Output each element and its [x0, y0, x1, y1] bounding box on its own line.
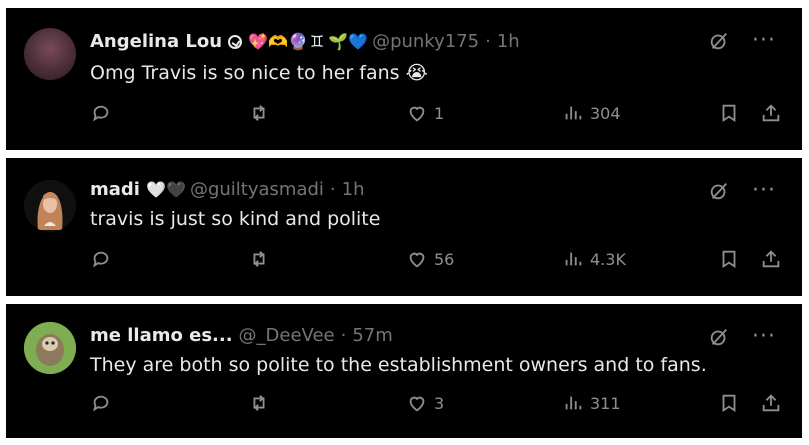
author-handle[interactable]: @punky175	[372, 30, 479, 54]
repost-icon	[253, 395, 265, 411]
emoji: 💙	[348, 32, 368, 51]
share-button[interactable]	[760, 248, 782, 270]
views-count: 4.3K	[590, 249, 626, 269]
like-count: 3	[434, 393, 445, 413]
author-handle[interactable]: @_DeeVee	[239, 324, 335, 348]
like-button[interactable]: 1	[406, 102, 444, 124]
like-icon	[409, 252, 425, 268]
share-icon	[762, 104, 780, 122]
views-icon	[565, 106, 582, 120]
share-button[interactable]	[760, 102, 782, 124]
bookmark-icon	[722, 104, 736, 123]
avatar[interactable]	[24, 322, 76, 374]
tweet-actions: 1 304	[90, 102, 782, 126]
author-name[interactable]: Angelina Lou	[90, 30, 222, 54]
reply-button[interactable]	[90, 248, 112, 270]
name-emojis: 💖 🫶 🔮 ♊ 🌱 💙	[248, 32, 368, 51]
avatar[interactable]	[24, 180, 76, 232]
emoji: 🫶	[268, 32, 288, 51]
author-name[interactable]: madi	[90, 178, 140, 202]
views-button[interactable]: 311	[562, 392, 621, 414]
circle-check-icon	[228, 35, 243, 49]
emoji: 🌱	[328, 32, 348, 51]
emoji: 💖	[248, 32, 268, 51]
bookmark-icon	[722, 394, 736, 413]
bookmark-button[interactable]	[718, 102, 740, 124]
views-icon	[565, 396, 582, 410]
views-button[interactable]: 304	[562, 102, 621, 124]
like-button[interactable]: 56	[406, 248, 454, 270]
more-icon[interactable]: ···	[752, 30, 776, 52]
more-icon[interactable]: ···	[752, 180, 776, 202]
emoji: 🖤	[165, 180, 186, 199]
like-count: 56	[434, 249, 455, 269]
reply-button[interactable]	[90, 102, 112, 124]
views-button[interactable]: 4.3K	[562, 248, 626, 270]
like-button[interactable]: 3	[406, 392, 444, 414]
timestamp[interactable]: 1h	[342, 178, 365, 202]
tweet-actions: 3 311	[90, 392, 782, 416]
author-name[interactable]: me llamo es...	[90, 324, 233, 348]
avatar-image	[24, 180, 76, 232]
reply-icon	[93, 395, 109, 412]
separator-dot: ·	[329, 179, 336, 200]
tweet-card[interactable]: madi 🤍 🖤 @guiltyasmadi · 1h ··· travis i…	[6, 158, 802, 296]
views-icon	[565, 252, 582, 266]
repost-button[interactable]	[248, 102, 270, 124]
tweet-actions: 56 4.3K	[90, 248, 782, 272]
share-icon	[762, 394, 780, 412]
tweet-text: Omg Travis is so nice to her fans 😭	[90, 62, 428, 84]
tweet-text: travis is just so kind and polite	[90, 208, 381, 230]
more-icon[interactable]: ···	[752, 326, 776, 348]
reply-button[interactable]	[90, 392, 112, 414]
separator-dot: ·	[485, 31, 491, 52]
bookmark-icon	[722, 250, 736, 269]
tweet-card[interactable]: me llamo es... @_DeeVee · 57m ··· They a…	[6, 304, 802, 438]
tweet-header: madi 🤍 🖤 @guiltyasmadi · 1h	[90, 178, 712, 202]
avatar[interactable]	[24, 28, 76, 80]
repost-button[interactable]	[248, 392, 270, 414]
grok-icon[interactable]	[708, 180, 730, 202]
avatar-image	[24, 322, 76, 374]
tweet-card[interactable]: Angelina Lou 💖 🫶 🔮 ♊ 🌱 💙 @punky175 · 1h …	[6, 8, 802, 150]
timestamp[interactable]: 57m	[352, 324, 392, 348]
grok-icon[interactable]	[708, 30, 730, 52]
bookmark-button[interactable]	[718, 392, 740, 414]
repost-icon	[253, 251, 265, 267]
tweet-header: Angelina Lou 💖 🫶 🔮 ♊ 🌱 💙 @punky175 · 1h	[90, 30, 712, 54]
reply-icon	[93, 251, 109, 268]
grok-icon[interactable]	[708, 326, 730, 348]
bookmark-button[interactable]	[718, 248, 740, 270]
emoji: 🤍	[145, 180, 166, 199]
tweet-text: They are both so polite to the establish…	[90, 354, 707, 376]
reply-icon	[93, 105, 109, 122]
separator-dot: ·	[340, 325, 347, 346]
like-icon	[409, 396, 425, 412]
name-emojis: 🤍 🖤	[145, 180, 186, 199]
tweet-header: me llamo es... @_DeeVee · 57m	[90, 324, 712, 348]
timestamp[interactable]: 1h	[497, 30, 520, 54]
author-handle[interactable]: @guiltyasmadi	[190, 178, 324, 202]
like-icon	[409, 106, 425, 122]
repost-button[interactable]	[248, 248, 270, 270]
views-count: 311	[590, 393, 621, 413]
emoji: ♊	[309, 32, 325, 51]
views-count: 304	[590, 103, 621, 123]
share-button[interactable]	[760, 392, 782, 414]
like-count: 1	[434, 103, 445, 123]
emoji: 🔮	[288, 32, 308, 51]
repost-icon	[253, 105, 265, 121]
share-icon	[762, 250, 780, 268]
